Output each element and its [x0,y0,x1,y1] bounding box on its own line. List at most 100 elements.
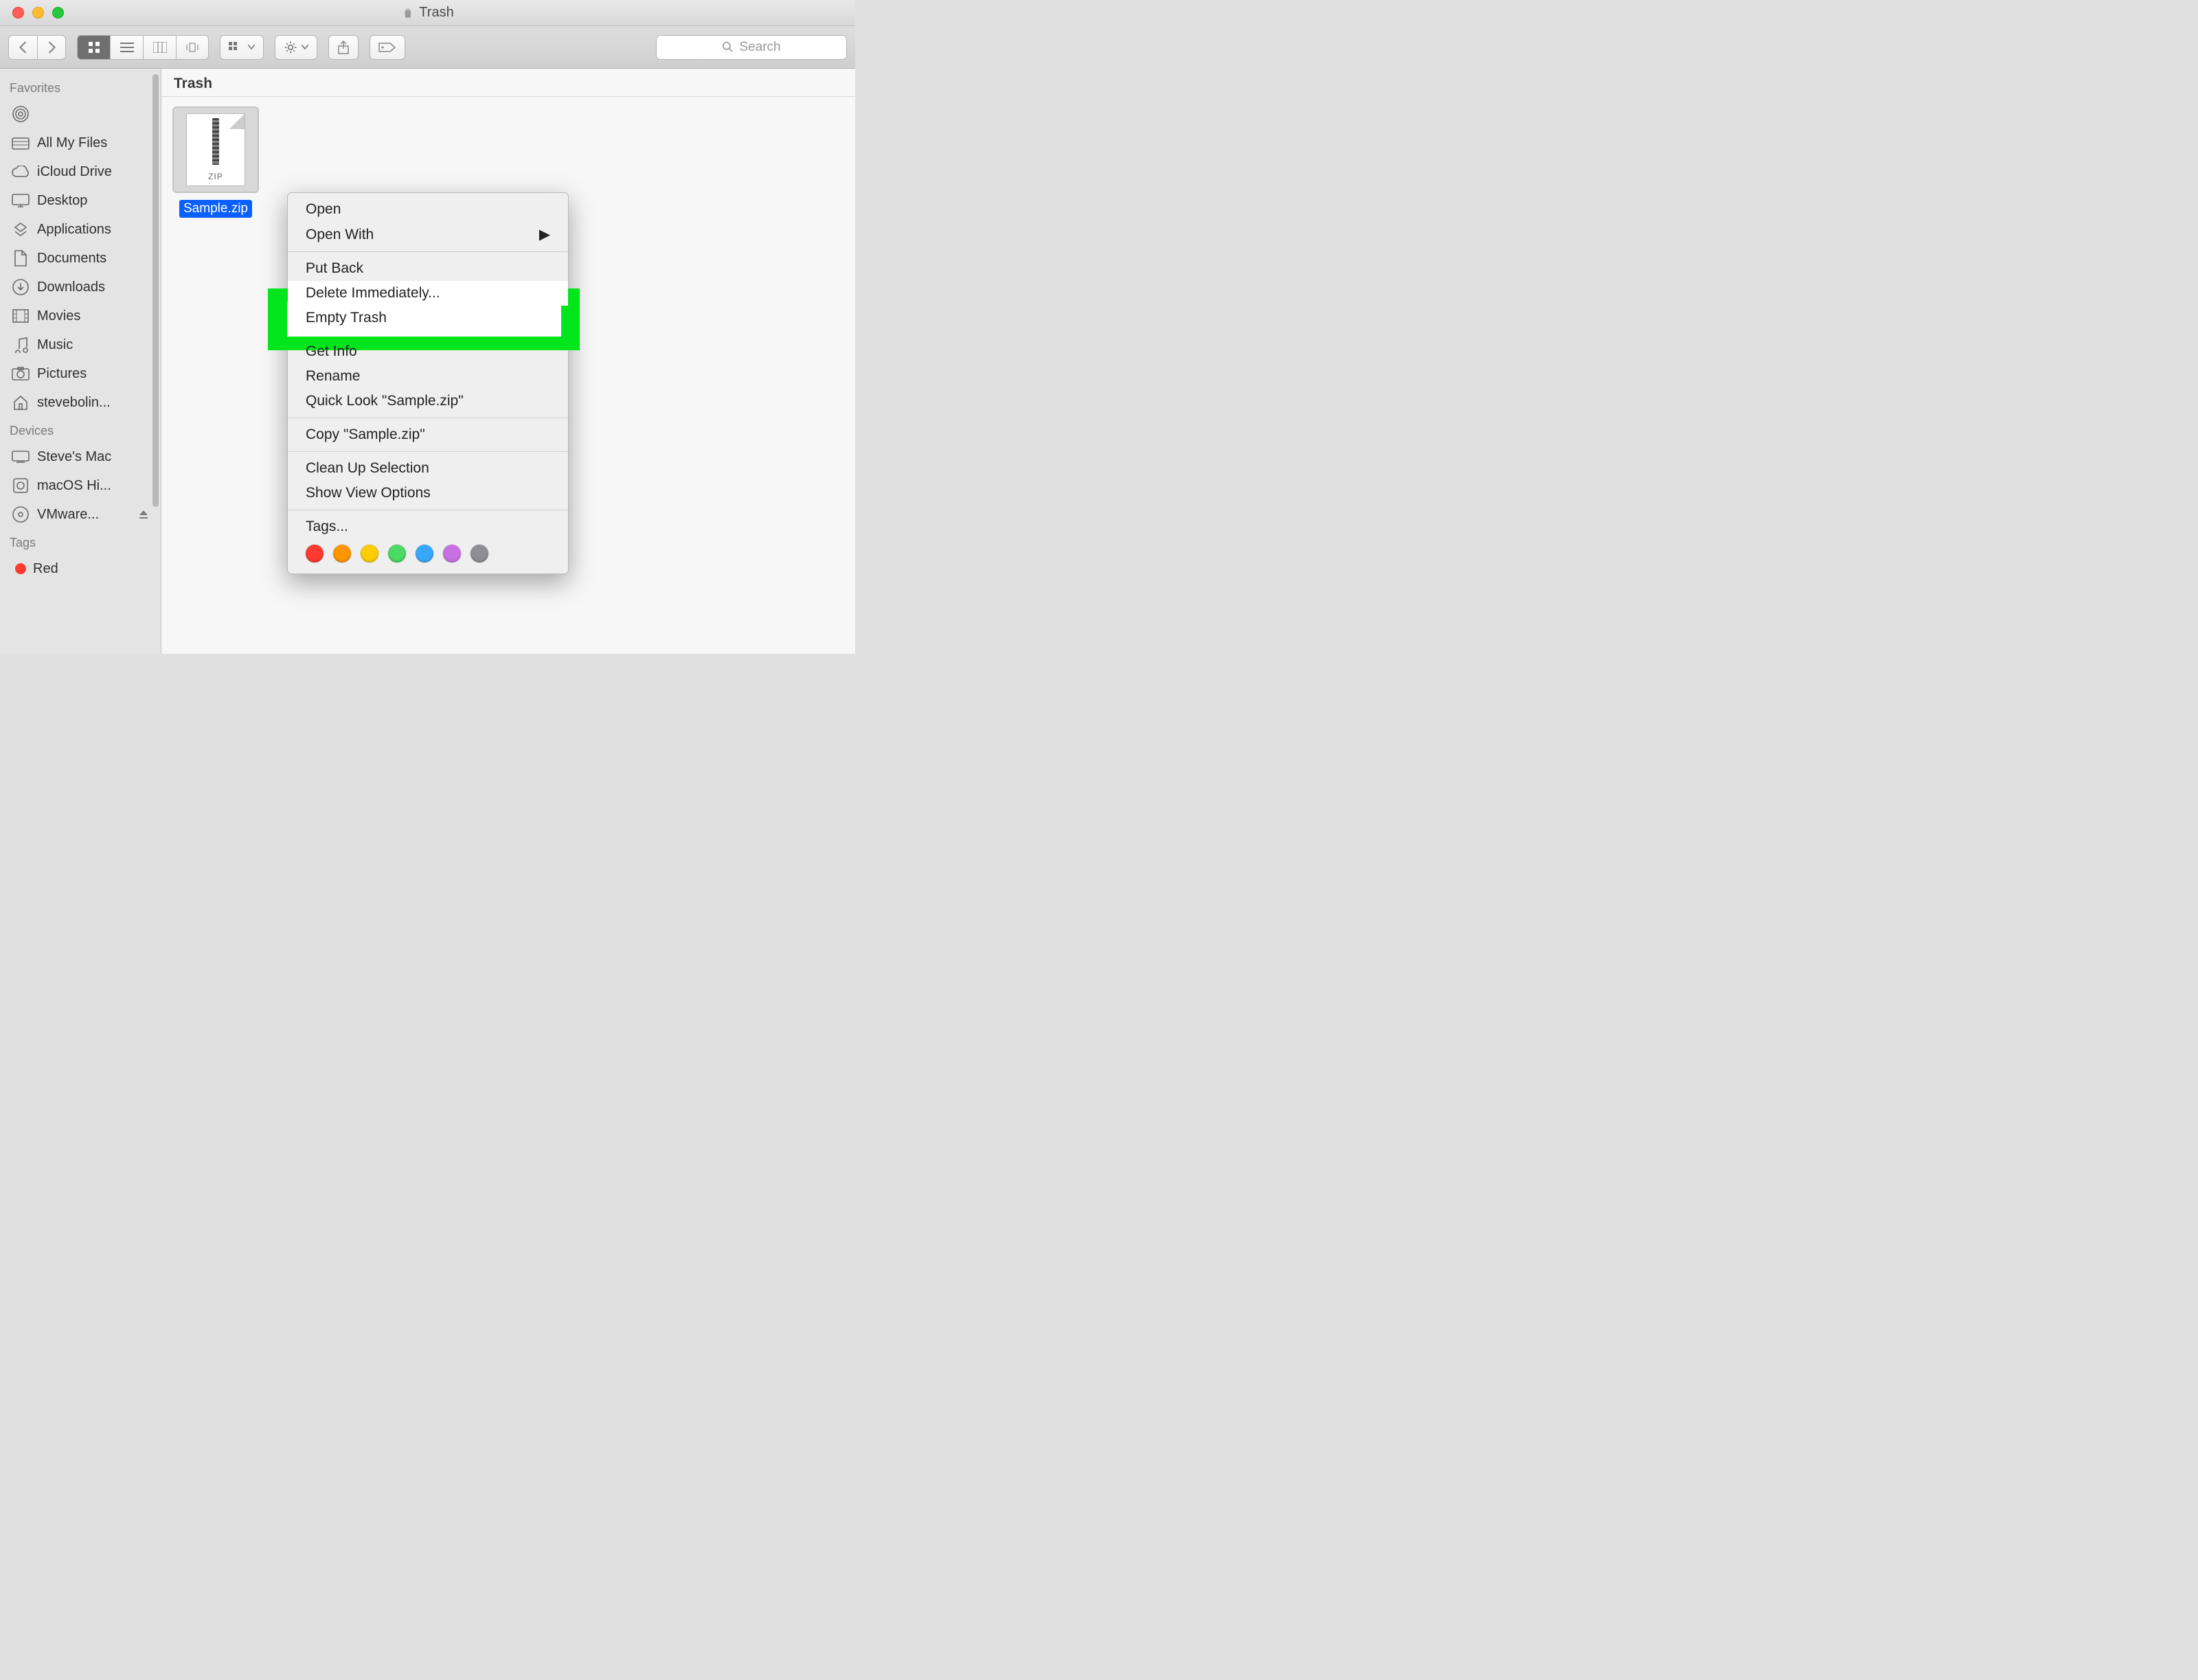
action-button[interactable] [275,35,317,60]
gear-icon [284,41,297,54]
tag-color-dot [15,563,26,574]
trash-icon [401,6,413,20]
menu-item-quick-look[interactable]: Quick Look "Sample.zip" [288,389,568,413]
menu-item-delete-immediately[interactable]: Delete Immediately... [288,281,568,306]
menu-item-open[interactable]: Open [288,197,568,222]
home-icon [11,394,30,411]
sidebar-item-label: iCloud Drive [37,164,112,180]
window-title: Trash [401,5,453,21]
zip-document-icon: ZIP [186,113,245,186]
tag-orange[interactable] [333,545,351,563]
location-header: Trash [161,69,855,97]
tag-green[interactable] [388,545,406,563]
file-icon: ZIP [172,106,259,193]
nav-buttons [8,35,66,60]
toolbar: Search [0,26,855,69]
context-menu: Open Open With ▶ Put Back Delete Immedia… [287,192,569,574]
sidebar-item-label: Steve's Mac [37,449,111,465]
sidebar-item-label: VMware... [37,507,99,523]
chevron-down-icon [302,45,308,49]
menu-item-view-options[interactable]: Show View Options [288,481,568,506]
sidebar-item-icloud-drive[interactable]: iCloud Drive [7,157,161,186]
sidebar-item-label: Applications [37,222,111,238]
search-icon [722,41,734,53]
sidebar-heading-tags: Tags [10,536,161,550]
sidebar-item-desktop[interactable]: Desktop [7,186,161,215]
tag-purple[interactable] [443,545,461,563]
share-button[interactable] [328,35,359,60]
tag-blue[interactable] [416,545,433,563]
desktop-icon [11,192,30,209]
chevron-down-icon [248,45,255,49]
sidebar-item-disc[interactable]: VMware... [7,500,161,529]
tag-icon [378,41,396,54]
sidebar-item-music[interactable]: Music [7,330,161,359]
sidebar-item-all-my-files[interactable]: All My Files [7,128,161,157]
search-placeholder: Search [739,40,780,55]
menu-item-empty-trash[interactable]: Empty Trash [288,306,568,330]
menu-separator [288,251,568,252]
tag-yellow[interactable] [361,545,378,563]
music-icon [11,337,30,353]
sidebar-item-computer[interactable]: Steve's Mac [7,442,161,471]
sidebar-item-disk[interactable]: macOS Hi... [7,471,161,500]
menu-item-tags[interactable]: Tags... [288,514,568,539]
sidebar-item-label: Documents [37,251,106,266]
menu-item-put-back[interactable]: Put Back [288,256,568,281]
tag-gray[interactable] [471,545,488,563]
share-icon [337,41,350,54]
window-title-text: Trash [419,5,453,21]
menu-item-clean-up[interactable]: Clean Up Selection [288,456,568,481]
airdrop-icon [11,106,30,122]
sidebar-item-documents[interactable]: Documents [7,244,161,273]
grid-dropdown-icon [229,42,244,53]
tag-color-row [288,539,568,569]
menu-item-get-info[interactable]: Get Info [288,339,568,364]
movies-icon [11,308,30,324]
sidebar-item-applications[interactable]: Applications [7,215,161,244]
file-name-label[interactable]: Sample.zip [179,200,252,218]
tags-button[interactable] [370,35,405,60]
menu-item-copy[interactable]: Copy "Sample.zip" [288,422,568,447]
computer-icon [11,449,30,465]
all-files-icon [11,135,30,151]
minimize-window-button[interactable] [32,7,44,19]
applications-icon [11,221,30,238]
view-icons-button[interactable] [77,35,110,60]
menu-separator [288,451,568,452]
tag-red[interactable] [306,545,324,563]
file-type-label: ZIP [208,172,223,181]
view-coverflow-button[interactable] [176,35,209,60]
sidebar-item-label: Movies [37,308,80,324]
menu-item-open-with[interactable]: Open With ▶ [288,222,568,247]
sidebar-item-label: All My Files [37,135,107,151]
sidebar-item-pictures[interactable]: Pictures [7,359,161,388]
back-button[interactable] [8,35,37,60]
close-window-button[interactable] [12,7,24,19]
traffic-lights [12,7,64,19]
zoom-window-button[interactable] [52,7,64,19]
title-bar: Trash [0,0,855,26]
sidebar-item-label: Pictures [37,366,87,382]
sidebar-item-downloads[interactable]: Downloads [7,273,161,302]
sidebar-item-home[interactable]: stevebolin... [7,388,161,417]
sidebar-item-label: Red [33,561,58,577]
arrange-button[interactable] [220,35,264,60]
forward-button[interactable] [37,35,66,60]
sidebar-item-airdrop[interactable] [7,100,161,128]
sidebar-heading-favorites: Favorites [10,81,161,95]
sidebar-scrollbar[interactable] [152,74,159,507]
sidebar-item-label: stevebolin... [37,395,111,411]
menu-item-rename[interactable]: Rename [288,364,568,389]
sidebar-item-tag-red[interactable]: Red [7,554,161,583]
documents-icon [11,250,30,266]
view-columns-button[interactable] [143,35,176,60]
search-field[interactable]: Search [656,35,847,60]
eject-icon[interactable] [139,510,148,519]
file-item[interactable]: ZIP Sample.zip [171,106,260,218]
sidebar-item-label: Music [37,337,73,353]
sidebar-item-label: macOS Hi... [37,478,111,494]
view-list-button[interactable] [110,35,143,60]
sidebar-item-movies[interactable]: Movies [7,302,161,330]
pictures-icon [11,365,30,382]
